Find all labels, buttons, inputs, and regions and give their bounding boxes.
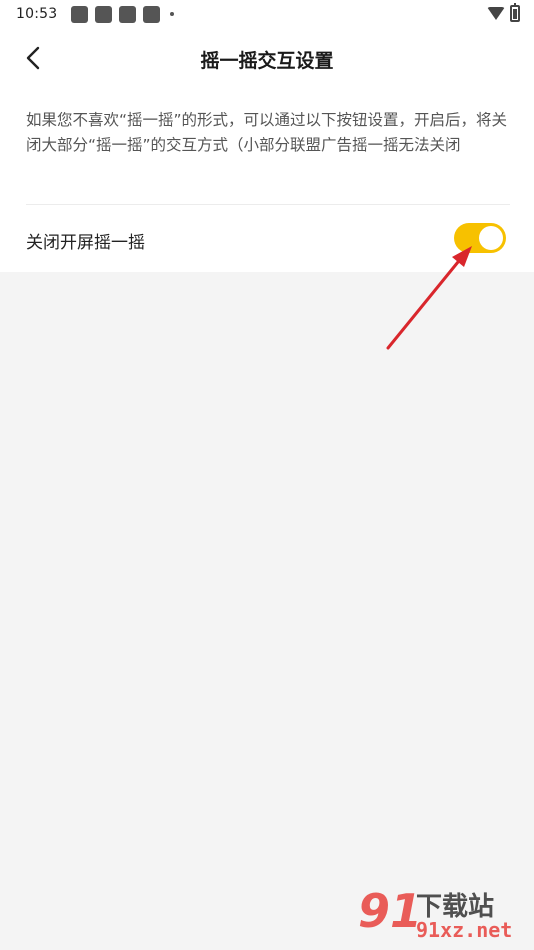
notification-icon — [71, 5, 89, 23]
wifi-icon — [487, 7, 505, 20]
page-title: 摇一摇交互设置 — [200, 50, 334, 72]
watermark: 91 下载站 91xz.net — [358, 882, 528, 946]
toolbar: 摇一摇交互设置 — [0, 28, 534, 90]
notification-icon — [95, 5, 113, 23]
setting-label: 关闭开屏摇一摇 — [26, 233, 145, 253]
notification-icons — [71, 5, 175, 23]
settings-panel: 摇一摇交互设置 如果您不喜欢“摇一摇”的形式，可以通过以下按钮设置，开启后，将关… — [0, 28, 534, 272]
notification-icon — [143, 5, 161, 23]
divider — [26, 204, 510, 205]
toggle-knob — [479, 226, 503, 250]
status-bar: 10:53 — [0, 0, 534, 28]
watermark-logo: 91 — [358, 884, 423, 938]
battery-icon — [510, 3, 520, 22]
status-time: 10:53 — [16, 6, 58, 22]
watermark-domain: 91xz.net — [416, 918, 513, 942]
more-notifications-dot-icon — [170, 12, 175, 16]
notification-icon — [119, 5, 137, 23]
system-icons — [487, 3, 520, 22]
description-text: 如果您不喜欢“摇一摇”的形式，可以通过以下按钮设置，开启后，将关闭大部分“摇一摇… — [26, 111, 508, 154]
annotation-arrow — [386, 246, 472, 350]
screen: 10:53 摇一摇交互设置 如果您不喜欢“摇一摇”的形式，可以通过以下按钮设置，… — [0, 0, 534, 950]
